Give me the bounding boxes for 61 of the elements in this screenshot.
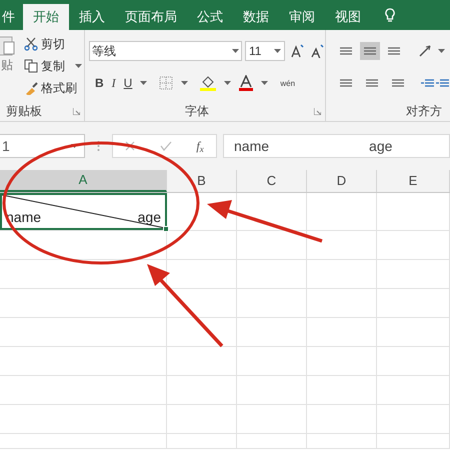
phonetic-button[interactable]: wén [280, 78, 296, 88]
indent-icon[interactable] [420, 77, 450, 89]
ribbon-button[interactable]: 格式刷 [24, 78, 82, 98]
italic-button[interactable]: I [112, 74, 116, 92]
underline-button[interactable]: U [124, 74, 132, 92]
clipboard-icon[interactable] [0, 34, 16, 56]
column-header[interactable]: A [0, 170, 167, 192]
copy-icon [24, 59, 38, 73]
ribbon-tab[interactable]: 数据 [233, 4, 279, 30]
ribbon-tab[interactable]: 审阅 [279, 4, 325, 30]
launcher-icon[interactable] [314, 108, 321, 114]
checkmark-icon[interactable] [160, 141, 172, 151]
border-icon[interactable] [159, 76, 174, 90]
lightbulb-icon[interactable] [385, 8, 395, 24]
grow-font-icon[interactable] [291, 44, 305, 58]
fill-color-icon[interactable] [200, 75, 216, 91]
formula-text: name [234, 136, 270, 156]
ribbon-tab[interactable]: 页面布局 [115, 4, 187, 30]
group-label: 字体 [185, 103, 209, 120]
caret-icon [438, 49, 445, 53]
shrink-font-icon[interactable] [311, 44, 325, 58]
column-header[interactable]: D [307, 170, 377, 192]
caret-icon [274, 49, 281, 53]
font-size-text: 11 [249, 43, 262, 60]
launcher-icon[interactable] [73, 108, 80, 114]
bold-button[interactable]: B [95, 74, 104, 92]
ribbon-tab[interactable]: 开始 [23, 4, 69, 30]
column-header[interactable]: E [377, 170, 450, 192]
column-header[interactable]: B [167, 170, 237, 192]
font-size-dropdown[interactable]: 11 [245, 41, 285, 61]
align-middle-icon[interactable] [360, 42, 380, 60]
column-header[interactable]: C [237, 170, 307, 192]
font-color-icon[interactable] [239, 75, 254, 91]
close-icon[interactable] [125, 141, 136, 151]
formula-text: age [369, 136, 392, 156]
font-name-dropdown[interactable]: 等线 [89, 41, 242, 61]
cell-text: age [138, 208, 161, 227]
scissors-icon [24, 37, 38, 51]
caret-icon [140, 81, 148, 85]
ribbon-tab[interactable]: 公式 [187, 4, 233, 30]
caret-icon [71, 144, 78, 148]
ribbon-tab[interactable]: 视图 [325, 4, 371, 30]
font-name-text: 等线 [92, 43, 116, 60]
caret-icon [232, 49, 239, 53]
grip-icon [97, 140, 100, 152]
caret-icon [261, 81, 268, 85]
ribbon-tab[interactable]: 件 [0, 4, 23, 30]
fill-handle[interactable] [163, 226, 169, 232]
group-label: 剪贴板 [6, 103, 42, 120]
ribbon-button[interactable]: 复制 [24, 56, 82, 76]
name-box[interactable]: 1 [0, 134, 85, 158]
ribbon-tab[interactable]: 插入 [69, 4, 115, 30]
ribbon-button[interactable]: 剪切 [24, 34, 82, 54]
function-button[interactable]: f$_{x}$ [196, 137, 204, 155]
brush-icon [24, 81, 38, 95]
formula-input[interactable]: name age [223, 134, 450, 158]
group-label: 对齐方 [406, 104, 442, 118]
paste-button[interactable]: 贴 [1, 56, 13, 74]
caret-icon [181, 81, 188, 85]
caret-icon [224, 81, 232, 85]
name-box-text: 1 [2, 136, 10, 156]
